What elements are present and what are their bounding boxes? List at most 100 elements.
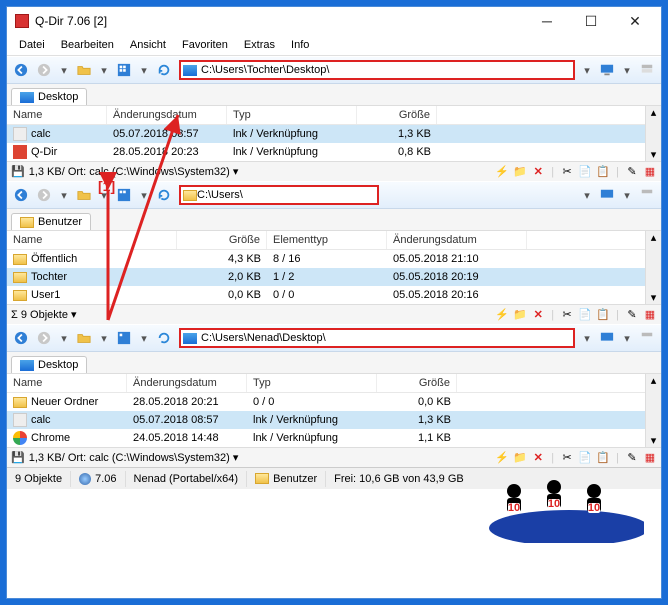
edit-folder-icon[interactable]: 📁: [513, 165, 527, 179]
refresh-button[interactable]: [154, 185, 174, 205]
nav-back-button[interactable]: [11, 185, 31, 205]
scrollbar[interactable]: ▴▾: [645, 231, 661, 304]
col-name[interactable]: Name: [7, 231, 177, 249]
edit-folder-icon[interactable]: 📁: [513, 308, 527, 322]
nav-history-dropdown[interactable]: ▾: [57, 60, 71, 80]
menu-extras[interactable]: Extras: [236, 37, 283, 53]
folder-dropdown[interactable]: ▾: [97, 60, 111, 80]
paste-icon[interactable]: 📋: [596, 451, 610, 465]
globe-icon: [79, 473, 91, 485]
copy-icon[interactable]: 📄: [578, 451, 592, 465]
folder-open-button[interactable]: [74, 60, 94, 80]
path-dropdown[interactable]: ▾: [580, 60, 594, 80]
cut-icon[interactable]: ✂: [560, 165, 574, 179]
list-item[interactable]: calc 05.07.2018 08:57 lnk / Verknüpfung …: [7, 411, 645, 429]
list-item[interactable]: Neuer Ordner 28.05.2018 20:21 0 / 0 0,0 …: [7, 393, 645, 411]
filter-icon[interactable]: [637, 185, 657, 205]
menu-favoriten[interactable]: Favoriten: [174, 37, 236, 53]
menu-datei[interactable]: Datei: [11, 37, 53, 53]
view-grid-button[interactable]: [114, 185, 134, 205]
col-size[interactable]: Größe: [177, 231, 267, 249]
filter-icon[interactable]: [637, 60, 657, 80]
delete-icon[interactable]: ✕: [531, 308, 545, 322]
scrollbar[interactable]: ▴▾: [645, 374, 661, 447]
col-date[interactable]: Änderungsdatum: [107, 106, 227, 124]
nav-back-button[interactable]: [11, 60, 31, 80]
col-date[interactable]: Änderungsdatum: [127, 374, 247, 392]
col-name[interactable]: Name: [7, 106, 107, 124]
grid-icon[interactable]: ▦: [643, 165, 657, 179]
pane1-tab-desktop[interactable]: Desktop: [11, 88, 87, 105]
view-grid-button[interactable]: [114, 60, 134, 80]
pane2-list[interactable]: Öffentlich 4,3 KB 8 / 16 05.05.2018 21:1…: [7, 250, 645, 304]
monitor-dropdown[interactable]: ▾: [620, 60, 634, 80]
pencil-icon[interactable]: ✎: [625, 451, 639, 465]
refresh-button[interactable]: [154, 60, 174, 80]
folder-open-button[interactable]: [74, 328, 94, 348]
pane3-tab-desktop[interactable]: Desktop: [11, 356, 87, 373]
list-item[interactable]: Q-Dir 28.05.2018 20:23 lnk / Verknüpfung…: [7, 143, 645, 161]
desktop-icon: [20, 92, 34, 103]
col-elem[interactable]: Elementtyp: [267, 231, 387, 249]
disk-icon: 💾: [11, 165, 25, 178]
pane2-tab-benutzer[interactable]: Benutzer: [11, 213, 91, 230]
col-type[interactable]: Typ: [247, 374, 377, 392]
nav-fwd-button[interactable]: [34, 60, 54, 80]
edit-folder-icon[interactable]: 📁: [513, 451, 527, 465]
bolt-icon[interactable]: ⚡: [495, 308, 509, 322]
minimize-button[interactable]: ─: [525, 7, 569, 35]
delete-icon[interactable]: ✕: [531, 451, 545, 465]
copy-icon[interactable]: 📄: [578, 308, 592, 322]
bolt-icon[interactable]: ⚡: [495, 451, 509, 465]
pane3-list[interactable]: Neuer Ordner 28.05.2018 20:21 0 / 0 0,0 …: [7, 393, 645, 447]
paste-icon[interactable]: 📋: [596, 308, 610, 322]
list-item[interactable]: Öffentlich 4,3 KB 8 / 16 05.05.2018 21:1…: [7, 250, 645, 268]
filter-icon[interactable]: [637, 328, 657, 348]
nav-back-button[interactable]: [11, 328, 31, 348]
cut-icon[interactable]: ✂: [560, 308, 574, 322]
grid-icon[interactable]: ▦: [643, 451, 657, 465]
list-item[interactable]: calc 05.07.2018 08:57 lnk / Verknüpfung …: [7, 125, 645, 143]
paste-icon[interactable]: 📋: [596, 165, 610, 179]
pane3-tabs: Desktop: [7, 352, 661, 374]
monitor-icon[interactable]: [597, 60, 617, 80]
scrollbar[interactable]: ▴▾: [645, 106, 661, 161]
qdir-icon: [13, 145, 27, 159]
col-date[interactable]: Änderungsdatum: [387, 231, 527, 249]
grid-icon[interactable]: ▦: [643, 308, 657, 322]
col-type[interactable]: Typ: [227, 106, 357, 124]
pane2-path-input[interactable]: C:\Users\: [179, 185, 379, 205]
bolt-icon[interactable]: ⚡: [495, 165, 509, 179]
pencil-icon[interactable]: ✎: [625, 165, 639, 179]
close-button[interactable]: ✕: [613, 7, 657, 35]
view-dropdown[interactable]: ▾: [137, 60, 151, 80]
menu-info[interactable]: Info: [283, 37, 317, 53]
list-item[interactable]: Chrome 24.05.2018 14:48 lnk / Verknüpfun…: [7, 429, 645, 447]
view-grid-button[interactable]: [114, 328, 134, 348]
pencil-icon[interactable]: ✎: [625, 308, 639, 322]
nav-fwd-button[interactable]: [34, 185, 54, 205]
list-item[interactable]: User1 0,0 KB 0 / 0 05.05.2018 20:16: [7, 286, 645, 304]
col-size[interactable]: Größe: [357, 106, 437, 124]
lnk-icon: [13, 127, 27, 141]
nav-history-dropdown[interactable]: ▾: [57, 185, 71, 205]
menu-bearbeiten[interactable]: Bearbeiten: [53, 37, 122, 53]
menu-ansicht[interactable]: Ansicht: [122, 37, 174, 53]
window-title: Q-Dir 7.06 [2]: [35, 14, 525, 28]
pane1-list[interactable]: calc 05.07.2018 08:57 lnk / Verknüpfung …: [7, 125, 645, 161]
refresh-button[interactable]: [154, 328, 174, 348]
pane3-path-input[interactable]: C:\Users\Nenad\Desktop\: [179, 328, 575, 348]
col-size[interactable]: Größe: [377, 374, 457, 392]
copy-icon[interactable]: 📄: [578, 165, 592, 179]
nav-fwd-button[interactable]: [34, 328, 54, 348]
folder-open-button[interactable]: [74, 185, 94, 205]
monitor-icon[interactable]: [597, 185, 617, 205]
col-name[interactable]: Name: [7, 374, 127, 392]
cut-icon[interactable]: ✂: [560, 451, 574, 465]
list-item[interactable]: Tochter 2,0 KB 1 / 2 05.05.2018 20:19: [7, 268, 645, 286]
pane1-path-input[interactable]: C:\Users\Tochter\Desktop\: [179, 60, 575, 80]
maximize-button[interactable]: ☐: [569, 7, 613, 35]
tab-label: Benutzer: [38, 216, 82, 228]
delete-icon[interactable]: ✕: [531, 165, 545, 179]
monitor-icon[interactable]: [597, 328, 617, 348]
